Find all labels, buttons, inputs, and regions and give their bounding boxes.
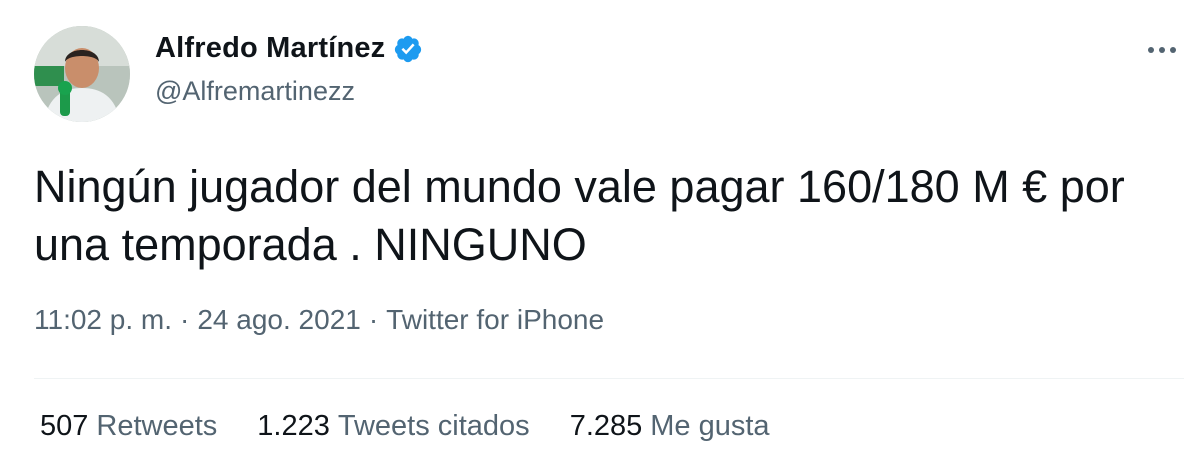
retweets-label: Retweets	[96, 410, 218, 442]
retweets-count: 507	[40, 410, 89, 442]
meta-separator: ·	[368, 304, 379, 335]
meta-separator: ·	[180, 304, 190, 335]
more-options-icon[interactable]	[1140, 30, 1184, 70]
tweet-meta: 11:02 p. m. · 24 ago. 2021 · Twitter for…	[34, 304, 604, 336]
tweet-source[interactable]: Twitter for iPhone	[386, 304, 604, 336]
avatar-image	[34, 26, 130, 122]
quotes-count: 1.223	[257, 410, 330, 442]
author-name[interactable]: Alfredo Martínez	[155, 32, 385, 65]
quotes-stat[interactable]: 1.223 Tweets citados	[257, 410, 529, 443]
verified-badge-icon	[393, 34, 423, 64]
author-handle[interactable]: @Alfremartinezz	[155, 76, 355, 107]
tweet-date[interactable]: 24 ago. 2021	[197, 304, 361, 336]
retweets-stat[interactable]: 507 Retweets	[40, 410, 217, 443]
likes-stat[interactable]: 7.285 Me gusta	[570, 410, 770, 443]
quotes-label: Tweets citados	[337, 410, 530, 442]
tweet-text: Ningún jugador del mundo vale pagar 160/…	[34, 161, 1125, 270]
tweet-time[interactable]: 11:02 p. m.	[34, 304, 172, 336]
likes-count: 7.285	[569, 410, 643, 442]
avatar[interactable]	[34, 26, 130, 122]
likes-label: Me gusta	[650, 410, 770, 442]
author-row: Alfredo Martínez	[155, 32, 423, 65]
divider	[34, 378, 1184, 379]
tweet-stats: 507 Retweets 1.223 Tweets citados 7.285 …	[40, 410, 770, 443]
